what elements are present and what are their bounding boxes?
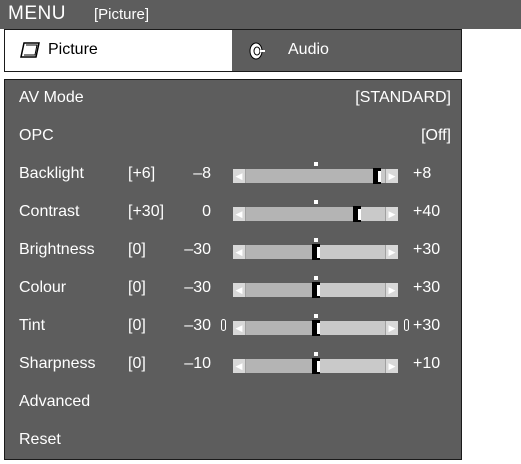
slider-thumb[interactable] [373,168,381,184]
menu-item-opc[interactable]: OPC [Off] [5,118,461,155]
menu-item-label: Reset [19,431,61,448]
menu-section: [Picture] [94,6,150,23]
arrow-right-icon[interactable]: ▶ [385,359,398,373]
tint-red-marker-icon [221,319,226,331]
center-marker [314,276,318,280]
speaker-icon [247,41,267,66]
current-value: [0] [128,317,146,334]
menu-title: MENU [8,3,66,24]
max-value: +8 [413,165,432,182]
arrow-right-icon[interactable]: ▶ [385,207,398,221]
display-icon [20,41,40,64]
tint-green-marker-icon [404,319,409,331]
arrow-left-icon[interactable]: ◀ [233,207,246,221]
max-value: +40 [413,203,441,220]
menu-item-label: Tint [19,317,46,334]
slider-thumb[interactable] [312,358,320,374]
current-value: [+30] [128,203,165,220]
slider-thumb[interactable] [312,282,320,298]
menu-item-advanced[interactable]: Advanced [5,384,461,421]
current-value: [0] [128,355,146,372]
arrow-right-icon[interactable]: ▶ [385,245,398,259]
menu-item-label: Sharpness [19,355,96,372]
menu-item-sharpness[interactable]: Sharpness [0] –10 ◀ ▶ +10 [5,346,461,383]
arrow-left-icon[interactable]: ◀ [233,283,246,297]
max-value: +10 [413,355,441,372]
slider-thumb[interactable] [312,320,320,336]
picture-settings-panel: AV Mode [STANDARD] OPC [Off] Backlight [… [4,79,462,460]
menu-item-colour[interactable]: Colour [0] –30 ◀ ▶ +30 [5,270,461,307]
brightness-slider[interactable]: ◀ ▶ [233,238,398,260]
arrow-left-icon[interactable]: ◀ [233,245,246,259]
tint-slider[interactable]: ◀ ▶ [233,314,398,336]
arrow-left-icon[interactable]: ◀ [233,359,246,373]
current-value: [+6] [128,165,156,182]
title-bar: MENU [Picture] [0,0,521,29]
slider-thumb[interactable] [353,206,361,222]
arrow-right-icon[interactable]: ▶ [385,169,398,183]
min-value: 0 [202,203,211,220]
tab-audio-label: Audio [288,41,329,58]
arrow-right-icon[interactable]: ▶ [385,283,398,297]
tab-picture-label: Picture [48,41,98,58]
menu-item-contrast[interactable]: Contrast [+30] 0 ◀ ▶ +40 [5,194,461,231]
max-value: +30 [413,241,441,258]
sharpness-slider[interactable]: ◀ ▶ [233,352,398,374]
arrow-left-icon[interactable]: ◀ [233,321,246,335]
tab-audio[interactable]: Audio [232,30,461,71]
slider-fill [233,169,377,183]
colour-slider[interactable]: ◀ ▶ [233,276,398,298]
center-marker [314,352,318,356]
min-value: –30 [184,241,211,258]
max-value: +30 [413,317,441,334]
menu-item-label: Backlight [19,165,84,182]
menu-item-label: OPC [19,127,54,144]
arrow-left-icon[interactable]: ◀ [233,169,246,183]
menu-item-label: Brightness [19,241,95,258]
min-value: –30 [184,317,211,334]
menu-item-reset[interactable]: Reset [5,422,461,459]
arrow-right-icon[interactable]: ▶ [385,321,398,335]
menu-item-brightness[interactable]: Brightness [0] –30 ◀ ▶ +30 [5,232,461,269]
tab-bar: Picture Audio [4,29,462,72]
contrast-slider[interactable]: ◀ ▶ [233,200,398,222]
menu-item-av-mode[interactable]: AV Mode [STANDARD] [5,80,461,117]
slider-fill [233,207,357,221]
min-value: –30 [184,279,211,296]
backlight-slider[interactable]: ◀ ▶ [233,162,398,184]
tab-picture[interactable]: Picture [5,30,232,71]
current-value: [0] [128,279,146,296]
menu-item-label: AV Mode [19,89,84,106]
menu-item-value: [STANDARD] [355,89,451,106]
menu-item-value: [Off] [421,127,451,144]
min-value: –10 [184,355,211,372]
center-marker [314,162,318,166]
center-marker [314,200,318,204]
min-value: –8 [193,165,211,182]
menu-item-backlight[interactable]: Backlight [+6] –8 ◀ ▶ +8 [5,156,461,193]
menu-item-label: Advanced [19,393,91,410]
menu-item-label: Contrast [19,203,80,220]
current-value: [0] [128,241,146,258]
menu-item-label: Colour [19,279,67,296]
max-value: +30 [413,279,441,296]
slider-thumb[interactable] [312,244,320,260]
center-marker [314,314,318,318]
menu-item-tint[interactable]: Tint [0] –30 ◀ ▶ +30 [5,308,461,345]
center-marker [314,238,318,242]
